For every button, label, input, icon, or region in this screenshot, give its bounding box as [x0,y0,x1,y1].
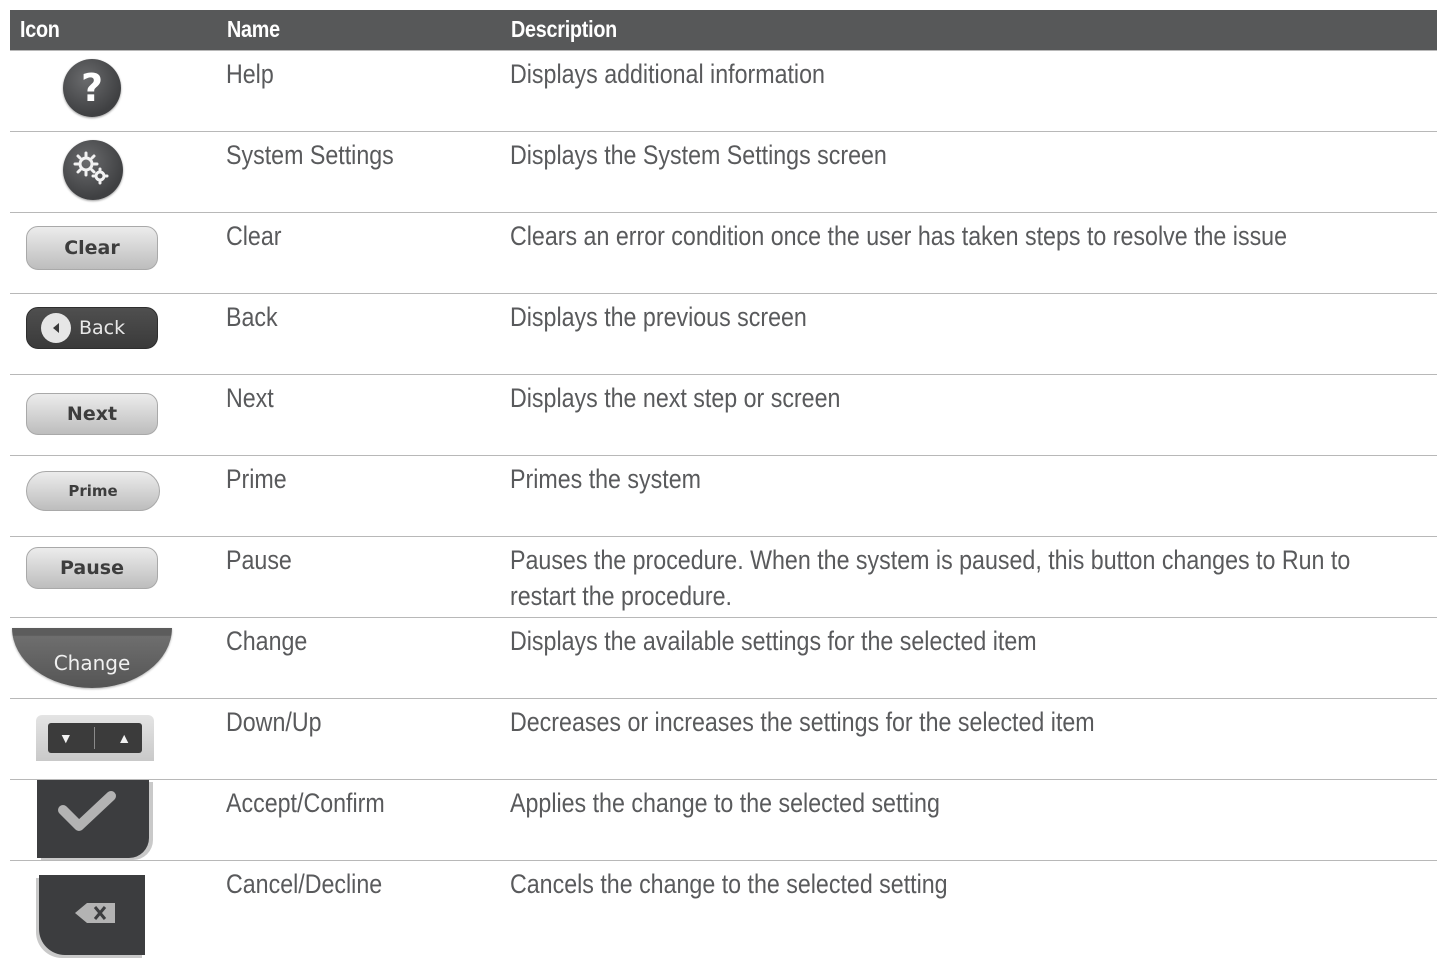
table-row-down-up: ▼ ▲ Down/Up Decreases or increases the s… [10,698,1437,779]
header-icon: Icon [20,16,60,42]
change-button-label: Change [53,651,131,675]
row-name: System Settings [226,140,394,170]
row-name: Next [226,383,274,413]
gears-icon-svg [73,151,109,185]
icon-cell [10,132,210,212]
row-name: Pause [226,545,292,575]
left-arrow-icon [41,313,71,343]
pause-button-icon[interactable]: Pause [26,547,158,589]
icon-cell [10,780,210,860]
table-row-prime: Prime Prime Primes the system [10,455,1437,536]
icon-cell: Pause [10,537,210,617]
backspace-x-icon[interactable] [39,875,145,955]
checkmark-icon[interactable] [37,780,149,858]
back-button-label: Back [79,317,126,339]
table-row-next: Next Next Displays the next step or scre… [10,374,1437,455]
row-description: Pauses the procedure. When the system is… [510,545,1351,611]
row-description: Displays the next step or screen [510,383,841,413]
row-name: Back [226,302,278,332]
change-button-icon[interactable]: Change [12,628,172,688]
pause-button-label: Pause [60,557,124,579]
table-row-help: ? Help Displays additional information [10,50,1437,131]
divider [94,727,96,749]
prime-button-label: Prime [68,482,118,500]
next-button-icon[interactable]: Next [26,393,158,435]
row-description: Primes the system [510,464,701,494]
table-row-back: Back Back Displays the previous screen [10,293,1437,374]
gears-icon[interactable] [63,140,123,200]
table-row-pause: Pause Pause Pauses the procedure. When t… [10,536,1437,617]
table-row-cancel-decline: Cancel/Decline Cancels the change to the… [10,860,1437,955]
row-name: Down/Up [226,707,322,737]
checkmark-glyph [58,791,116,831]
row-name: Clear [226,221,282,251]
icon-cell: Change [10,618,210,698]
table-row-change: Change Change Displays the available set… [10,617,1437,698]
back-button-icon[interactable]: Back [26,307,158,349]
row-description: Decreases or increases the settings for … [510,707,1095,737]
header-description: Description [511,16,617,42]
row-name: Change [226,626,308,656]
icon-cell: Next [10,375,210,455]
down-up-icon[interactable]: ▼ ▲ [36,715,154,761]
help-icon-glyph: ? [80,66,104,110]
icon-cell: Prime [10,456,210,536]
row-name: Help [226,59,274,89]
row-description: Clears an error condition once the user … [510,221,1288,251]
prime-button-icon[interactable]: Prime [26,471,160,511]
up-arrow-icon[interactable]: ▲ [117,730,131,746]
row-name: Accept/Confirm [226,788,385,818]
next-button-label: Next [66,403,118,425]
clear-button-icon[interactable]: Clear [26,226,158,270]
header-name: Name [227,16,280,42]
row-name: Prime [226,464,287,494]
down-up-control: ▼ ▲ [48,723,142,753]
table-row-clear: Clear Clear Clears an error condition on… [10,212,1437,293]
icon-cell [10,861,210,955]
icon-cell: ? [10,51,210,131]
row-description: Displays additional information [510,59,825,89]
row-name: Cancel/Decline [226,869,383,899]
row-description: Applies the change to the selected setti… [510,788,940,818]
down-arrow-icon[interactable]: ▼ [59,730,73,746]
help-icon[interactable]: ? [63,59,121,117]
row-description: Displays the available settings for the … [510,626,1037,656]
icon-reference-table: Icon Name Description ? Help Displays ad… [10,10,1437,955]
row-description: Displays the previous screen [510,302,807,332]
table-header: Icon Name Description [10,10,1437,50]
table-row-accept-confirm: Accept/Confirm Applies the change to the… [10,779,1437,860]
icon-cell: Back [10,294,210,374]
clear-button-label: Clear [64,237,120,259]
icon-cell: ▼ ▲ [10,699,210,779]
table-row-system-settings: System Settings Displays the System Sett… [10,131,1437,212]
row-description: Cancels the change to the selected setti… [510,869,948,899]
icon-cell: Clear [10,213,210,293]
backspace-glyph [75,903,115,923]
row-description: Displays the System Settings screen [510,140,887,170]
